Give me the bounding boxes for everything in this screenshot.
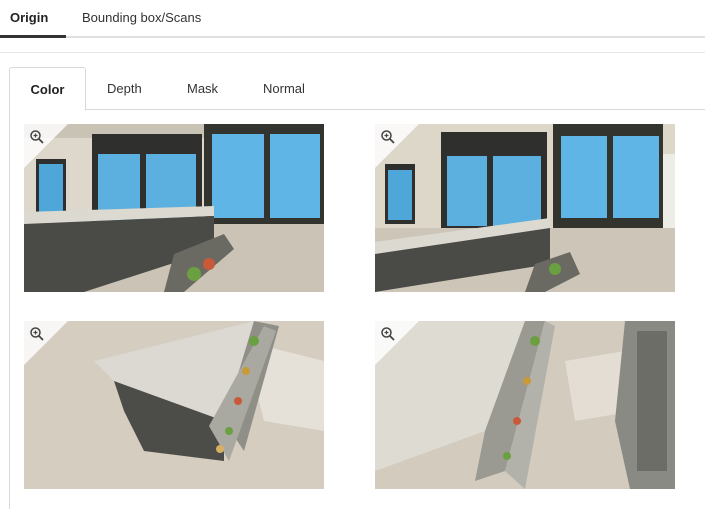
zoom-in-icon[interactable] <box>29 326 45 342</box>
scene-image <box>375 124 675 292</box>
top-tab-bar: Origin Bounding box/Scans <box>0 0 705 38</box>
panel-border <box>9 110 10 509</box>
zoom-in-icon[interactable] <box>380 326 396 342</box>
thumbnail-4[interactable] <box>375 321 675 489</box>
thumbnail-1[interactable] <box>24 124 324 292</box>
tab-color[interactable]: Color <box>9 67 86 111</box>
tab-normal[interactable]: Normal <box>263 81 305 96</box>
active-tab-underline <box>0 35 66 38</box>
tab-origin[interactable]: Origin <box>10 10 48 25</box>
thumbnail-3[interactable] <box>24 321 324 489</box>
tab-bounding-box-scans[interactable]: Bounding box/Scans <box>82 10 201 25</box>
zoom-in-icon[interactable] <box>380 129 396 145</box>
divider <box>0 52 705 53</box>
scene-image <box>375 321 675 489</box>
scene-image <box>24 321 324 489</box>
tab-depth[interactable]: Depth <box>107 81 142 96</box>
zoom-in-icon[interactable] <box>29 129 45 145</box>
sub-tab-bar: Color Depth Mask Normal <box>9 67 705 111</box>
thumbnail-2[interactable] <box>375 124 675 292</box>
tab-mask[interactable]: Mask <box>187 81 218 96</box>
scene-image <box>24 124 324 292</box>
